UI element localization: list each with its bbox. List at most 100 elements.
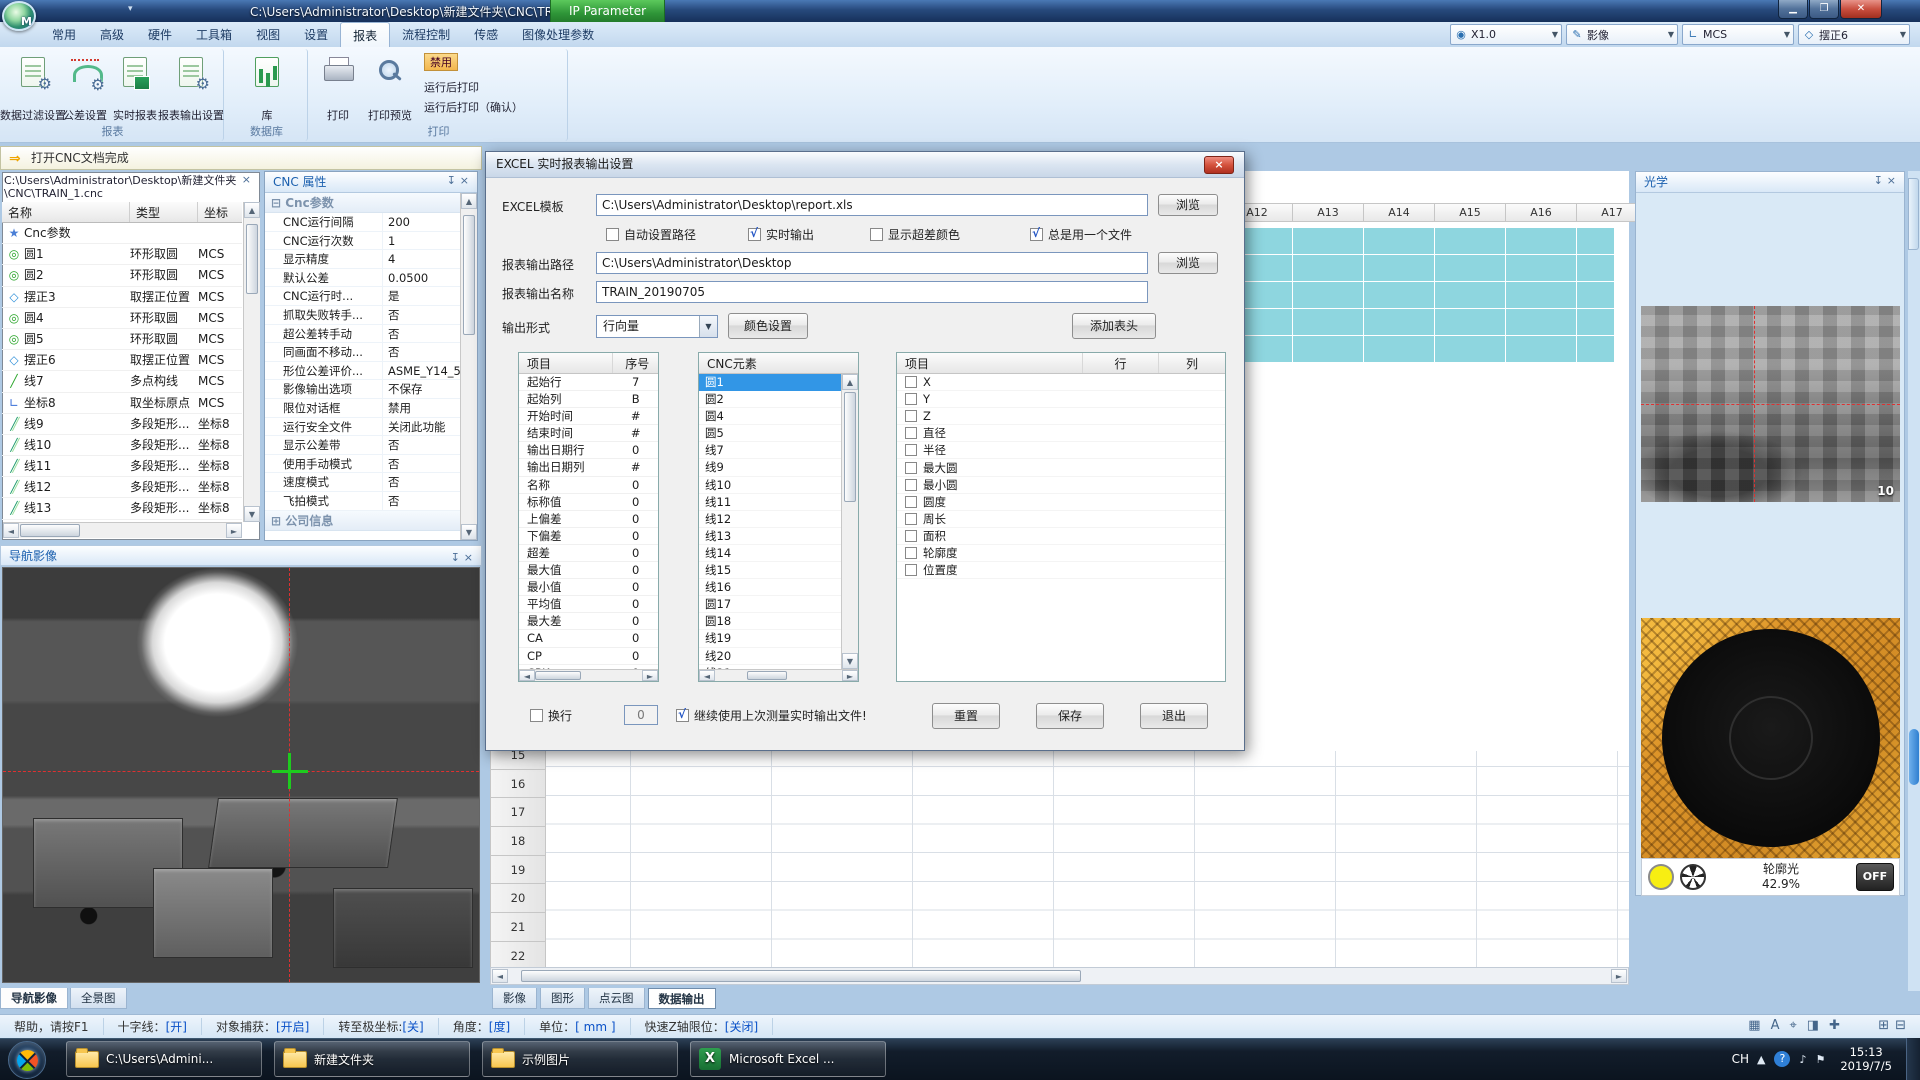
ribbon-button[interactable]: 实时报表 bbox=[110, 53, 160, 123]
ribbon-tab[interactable]: 报表 bbox=[340, 22, 390, 47]
close-icon[interactable]: × bbox=[1887, 174, 1900, 187]
ribbon-button[interactable]: 数据过滤设置 bbox=[6, 53, 60, 123]
report-sheet-grid[interactable]: 1516171819202122 bbox=[490, 751, 1629, 967]
output-name-input[interactable] bbox=[596, 281, 1148, 303]
audio-tray-icon[interactable]: ♪ bbox=[1799, 1053, 1806, 1066]
property-row[interactable]: 超公差转手动 否 bbox=[265, 325, 477, 344]
status-item[interactable]: 角度：[度] bbox=[439, 1018, 525, 1035]
checkbox-icon[interactable] bbox=[905, 496, 917, 508]
tab-ip-parameter[interactable]: IP Parameter bbox=[550, 0, 665, 22]
ribbon-tab[interactable]: 常用 bbox=[40, 22, 88, 47]
element-row[interactable]: 线7 多点构线 MCS bbox=[2, 371, 242, 392]
add-header-button[interactable]: 添加表头 bbox=[1072, 313, 1156, 339]
cnc-element-row[interactable]: 圆5 bbox=[699, 425, 842, 442]
scrollbar-thumb[interactable] bbox=[463, 215, 475, 335]
cnc-element-row[interactable]: 圆18 bbox=[699, 613, 842, 630]
browse-template-button[interactable]: 浏览 bbox=[1158, 194, 1218, 216]
ribbon-tab[interactable]: 硬件 bbox=[136, 22, 184, 47]
output-form-combo[interactable]: 行向量▼ bbox=[596, 315, 718, 338]
reset-button[interactable]: 重置 bbox=[932, 703, 1000, 729]
view-tab[interactable]: 点云图 bbox=[588, 988, 645, 1009]
element-row[interactable]: 线11 多段矩形... 坐标8 bbox=[2, 456, 242, 477]
element-row[interactable]: 圆4 环形取圆 MCS bbox=[2, 308, 242, 329]
property-row[interactable]: 使用手动模式 否 bbox=[265, 455, 477, 474]
sheet-hscrollbar[interactable]: ◄ ► bbox=[490, 967, 1629, 985]
wrap-checkbox[interactable]: 换行 bbox=[530, 707, 572, 724]
list-hscrollbar[interactable]: ◄ ► bbox=[519, 669, 658, 681]
report-item-row[interactable]: 标称值0 bbox=[519, 494, 658, 511]
output-column-row[interactable]: 半径 bbox=[897, 442, 1225, 459]
print-button[interactable]: 打印 bbox=[316, 53, 360, 123]
property-row[interactable]: 飞拍模式 否 bbox=[265, 492, 477, 511]
checkbox-icon[interactable] bbox=[905, 479, 917, 491]
property-row[interactable]: 显示公差带 否 bbox=[265, 436, 477, 455]
output-column-row[interactable]: 位置度 bbox=[897, 562, 1225, 579]
close-icon[interactable]: × bbox=[464, 551, 477, 564]
status-item[interactable]: 单位：[ mm ] bbox=[525, 1018, 630, 1035]
chevron-down-icon[interactable]: ▼ bbox=[1900, 30, 1906, 39]
report-item-row[interactable]: 最大差0 bbox=[519, 613, 658, 630]
sheet-row-header[interactable]: 19 bbox=[490, 856, 546, 885]
after-run-print-confirm-button[interactable]: 运行后打印（确认） bbox=[424, 99, 523, 115]
element-row[interactable]: Cnc参数 bbox=[2, 223, 242, 244]
taskbar-button[interactable]: 示例图片 bbox=[482, 1041, 678, 1077]
ribbon-button[interactable]: 报表输出设置 bbox=[160, 53, 222, 123]
column-header-type[interactable]: 类型 bbox=[130, 202, 198, 222]
minimize-button[interactable]: ▁ bbox=[1778, 0, 1808, 19]
checkbox-icon[interactable] bbox=[905, 376, 917, 388]
save-button[interactable]: 保存 bbox=[1036, 703, 1104, 729]
target-icon[interactable]: ⌖ bbox=[1789, 1018, 1796, 1033]
app-icon[interactable]: M bbox=[2, 1, 36, 31]
scroll-right-icon[interactable]: ► bbox=[1611, 969, 1627, 983]
property-row[interactable]: 同画面不移动... 否 bbox=[265, 343, 477, 362]
cnc-element-row[interactable]: 圆2 bbox=[699, 391, 842, 408]
chevron-down-icon[interactable]: ▼ bbox=[699, 316, 717, 337]
status-item[interactable]: 转至极坐标:[关] bbox=[324, 1018, 438, 1035]
sheet-row-header[interactable]: 16 bbox=[490, 770, 546, 799]
status-item[interactable]: 十字线：[开] bbox=[104, 1018, 202, 1035]
scrollbar-thumb[interactable] bbox=[844, 392, 856, 502]
output-path-input[interactable] bbox=[596, 252, 1148, 274]
cnc-element-row[interactable]: 线19 bbox=[699, 630, 842, 647]
scrollbar-thumb[interactable] bbox=[521, 970, 1081, 982]
cnc-element-row[interactable]: 线14 bbox=[699, 545, 842, 562]
scroll-left-icon[interactable]: ◄ bbox=[3, 523, 19, 538]
output-column-row[interactable]: 周长 bbox=[897, 511, 1225, 528]
realtime-output-checkbox[interactable]: 实时输出 bbox=[748, 226, 814, 243]
checkbox-icon[interactable] bbox=[905, 547, 917, 559]
report-item-row[interactable]: CA0 bbox=[519, 630, 658, 647]
report-item-row[interactable]: 起始列B bbox=[519, 391, 658, 408]
light-off-button[interactable]: OFF bbox=[1856, 863, 1894, 891]
column-header-coord[interactable]: 坐标 bbox=[198, 202, 242, 222]
layers-icon[interactable]: ◨ bbox=[1807, 1018, 1819, 1033]
quick-access-caret-icon[interactable]: ▾ bbox=[128, 4, 133, 14]
cnc-element-row[interactable]: 线7 bbox=[699, 442, 842, 459]
cnc-element-list[interactable]: CNC元素 圆1圆2圆4圆5线7线9线10线11线12线13线14线15线16圆… bbox=[698, 352, 859, 682]
column-header-name[interactable]: 名称 bbox=[2, 202, 130, 222]
checkbox-icon[interactable] bbox=[905, 427, 917, 439]
taskbar-button[interactable]: 新建文件夹 bbox=[274, 1041, 470, 1077]
browse-path-button[interactable]: 浏览 bbox=[1158, 252, 1218, 274]
scroll-down-icon[interactable]: ▼ bbox=[842, 653, 858, 669]
sheet-column-header[interactable]: A14 bbox=[1364, 203, 1435, 222]
checkbox-icon[interactable] bbox=[905, 462, 917, 474]
ribbon-tab[interactable]: 设置 bbox=[292, 22, 340, 47]
print-preview-button[interactable]: 打印预览 bbox=[362, 53, 418, 123]
checkbox-icon[interactable] bbox=[905, 444, 917, 456]
output-column-row[interactable]: X bbox=[897, 374, 1225, 391]
network-tray-icon[interactable]: ⚑ bbox=[1815, 1053, 1825, 1066]
library-button[interactable]: 库 bbox=[236, 53, 298, 123]
scroll-right-icon[interactable]: ► bbox=[642, 670, 658, 681]
element-row[interactable]: 摆正6 取摆正位置 MCS bbox=[2, 350, 242, 371]
scroll-up-icon[interactable]: ▲ bbox=[842, 374, 858, 390]
pin-icon[interactable]: ↧ bbox=[447, 174, 460, 187]
restore-button[interactable]: ❐ bbox=[1809, 0, 1839, 19]
report-item-row[interactable]: 超差0 bbox=[519, 545, 658, 562]
scroll-up-icon[interactable]: ▲ bbox=[461, 193, 477, 209]
taskbar-button[interactable]: C:\Users\Admini... bbox=[66, 1041, 262, 1077]
property-row[interactable]: CNC运行次数 1 bbox=[265, 232, 477, 251]
pin-icon[interactable]: ↧ bbox=[1874, 174, 1887, 187]
section-cnc-params[interactable]: ⊟ Cnc参数 bbox=[265, 193, 477, 213]
chevron-down-icon[interactable]: ▼ bbox=[1668, 30, 1674, 39]
report-item-row[interactable]: 下偏差0 bbox=[519, 528, 658, 545]
